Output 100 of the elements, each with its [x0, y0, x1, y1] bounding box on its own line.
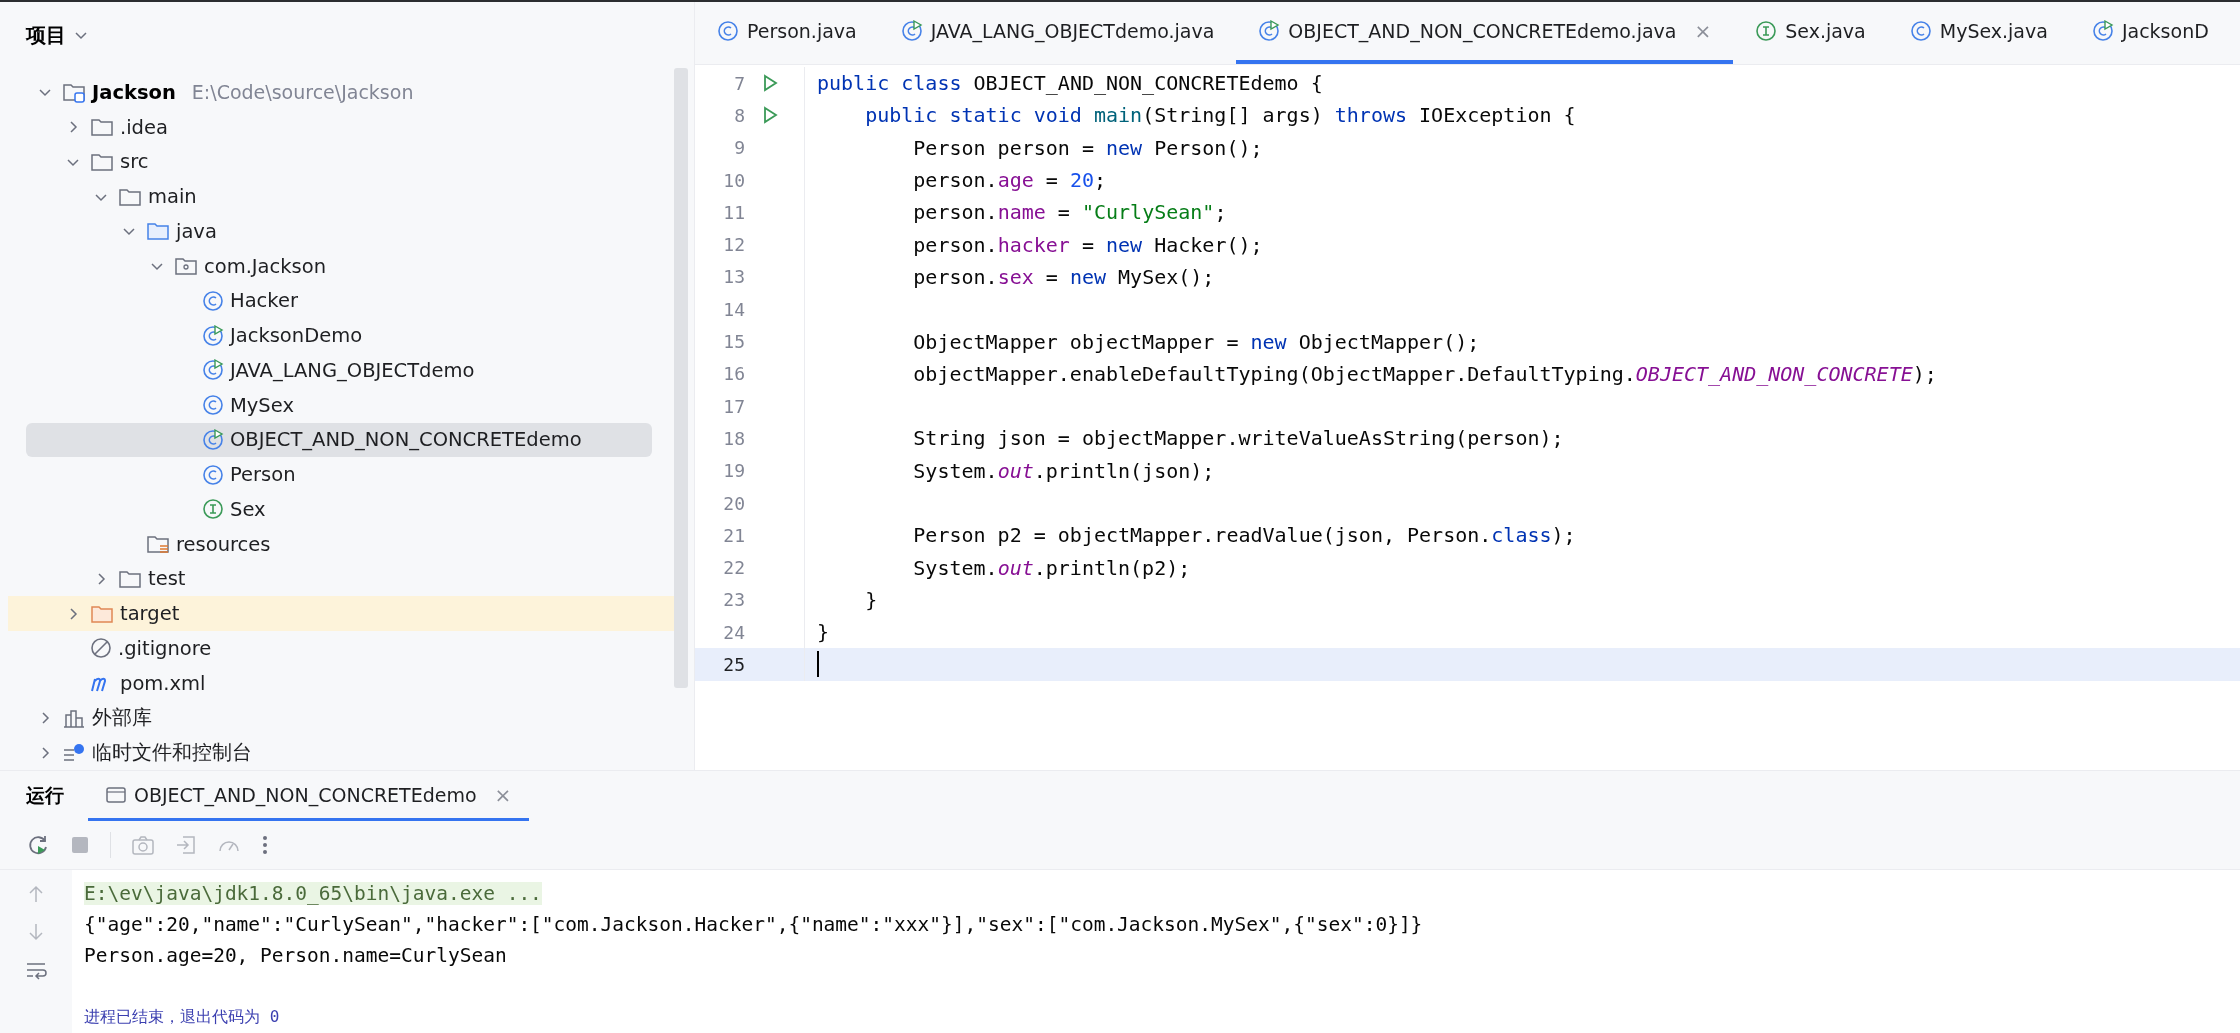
line-number: 9 — [733, 137, 745, 159]
tree-item[interactable]: target — [8, 596, 674, 631]
line-number: 7 — [733, 72, 745, 94]
code-line: System.out.println(p2); — [912, 554, 1191, 582]
code-line: String json = objectMapper.writeValueAsString(person); — [912, 425, 1564, 453]
tree-item[interactable]: java — [8, 214, 674, 249]
tree-item[interactable]: JacksonDemo — [8, 318, 674, 353]
console-icon — [106, 785, 126, 804]
line-number: 10 — [722, 169, 745, 191]
line-number: 8 — [733, 104, 745, 126]
editor-tab[interactable]: OBJECT_AND_NON_CONCRETEdemo.java × — [1236, 2, 1734, 64]
class-icon — [202, 463, 224, 486]
ignore-icon — [90, 637, 112, 660]
panel-title[interactable]: 项目 — [26, 21, 66, 49]
line-number: 13 — [722, 266, 745, 288]
more-icon[interactable] — [261, 834, 269, 856]
scrollbar[interactable] — [674, 68, 688, 688]
editor-tab[interactable]: JacksonD — [2069, 2, 2231, 64]
line-number: 11 — [722, 201, 745, 223]
console-line: 进程已结束，退出代码为 0 — [84, 1007, 280, 1028]
tree-item[interactable]: JAVA_LANG_OBJECTdemo — [8, 353, 674, 388]
line-number: 18 — [722, 427, 745, 449]
code-line: System.out.println(json); — [912, 457, 1215, 485]
rerun-icon[interactable] — [26, 833, 50, 857]
code-line: Person p2 = objectMapper.readValue(json, Person.class); — [912, 522, 1576, 550]
soft-wrap-icon[interactable] — [25, 960, 47, 980]
line-number: 20 — [722, 492, 745, 514]
class-icon — [202, 289, 224, 312]
tree-item[interactable]: main — [8, 179, 674, 214]
line-number: 17 — [722, 395, 745, 417]
tree-item[interactable]: 外部库 — [8, 700, 674, 736]
run-tab[interactable]: OBJECT_AND_NON_CONCRETEdemo × — [88, 771, 530, 821]
editor-tab[interactable]: JAVA_LANG_OBJECTdemo.java — [878, 2, 1237, 64]
code-line: person.sex = new MySex(); — [912, 263, 1215, 291]
line-number: 16 — [722, 363, 745, 385]
tree-item[interactable]: .gitignore — [8, 631, 674, 666]
line-number: 15 — [722, 331, 745, 352]
tree-item[interactable]: Sex — [8, 492, 674, 527]
run-gutter-icon[interactable] — [761, 74, 779, 93]
code-line: objectMapper.enableDefaultTyping(ObjectMapper.DefaultTyping.OBJECT_AND_NON_CONCRETE); — [912, 360, 1937, 388]
code-line: public class OBJECT_AND_NON_CONCRETEdemo { — [816, 70, 1323, 98]
editor-tab[interactable]: Sex.java — [1733, 2, 1888, 64]
line-number: 22 — [722, 557, 745, 579]
line-number: 14 — [722, 298, 745, 320]
tab-label: Person.java — [747, 20, 857, 42]
line-number: 12 — [722, 234, 745, 256]
folder-icon — [90, 116, 114, 139]
tab-label: JacksonD — [2121, 20, 2209, 42]
module-folder-icon — [62, 81, 86, 104]
tree-item[interactable]: com.Jackson — [8, 248, 674, 284]
tree-item[interactable]: .idea — [8, 109, 674, 145]
editor-tab[interactable]: MySex.java — [1887, 2, 2070, 64]
code-line: person.age = 20; — [912, 167, 1106, 195]
code-line: person.name = "CurlySean"; — [912, 199, 1227, 227]
tree-item[interactable]: src — [8, 144, 674, 180]
tab-label: OBJECT_AND_NON_CONCRETEdemo — [134, 783, 477, 806]
package-icon — [174, 255, 198, 278]
folder-icon — [146, 220, 170, 243]
resources-folder-icon — [146, 533, 170, 556]
tree-item[interactable]: test — [8, 561, 674, 597]
interface-icon — [202, 498, 224, 521]
tree-item[interactable]: pom.xml — [8, 665, 674, 701]
project-path: E:\Code\source\Jackson — [191, 81, 414, 104]
code-line: } — [864, 586, 878, 614]
line-number: 19 — [722, 460, 745, 482]
tree-item[interactable]: Hacker — [8, 283, 674, 319]
console-line: Person.age=20, Person.name=CurlySean — [84, 944, 507, 967]
tree-item[interactable]: Person — [8, 457, 674, 492]
text-caret — [817, 651, 819, 678]
tab-label: JAVA_LANG_OBJECTdemo.java — [930, 20, 1215, 42]
runnable-class-icon — [900, 20, 923, 42]
class-icon — [1909, 20, 1932, 42]
runnable-class-icon — [202, 359, 224, 382]
tree-item[interactable]: OBJECT_AND_NON_CONCRETEdemo — [26, 422, 652, 458]
runnable-class-icon — [202, 428, 224, 451]
tab-label: Sex.java — [1785, 20, 1866, 42]
code-line: person.hacker = new Hacker(); — [912, 231, 1263, 259]
tree-item[interactable]: Jackson E:\Code\source\Jackson — [8, 75, 674, 110]
scratch-icon — [62, 741, 86, 764]
editor-tab[interactable]: Person.java — [695, 2, 879, 64]
code-line: } — [816, 619, 830, 647]
tab-label: OBJECT_AND_NON_CONCRETEdemo.java — [1288, 20, 1677, 42]
line-number: 23 — [722, 589, 745, 611]
code-line: Person person = new Person(); — [912, 134, 1263, 162]
console-line: {"age":20,"name":"CurlySean","hacker":["com.Jackson.Hacker",{"name":"xxx"}],"sex":["com.Jackson.MySex",{"sex":0}]} — [84, 913, 1423, 936]
tree-item[interactable]: MySex — [8, 387, 674, 423]
code-line: ObjectMapper objectMapper = new ObjectMapper(); — [912, 328, 1480, 356]
tree-item[interactable]: 临时文件和控制台 — [8, 735, 674, 770]
run-gutter-icon[interactable] — [761, 106, 779, 125]
tab-label: MySex.java — [1939, 20, 2048, 42]
runnable-class-icon — [202, 324, 224, 347]
line-number: 25 — [722, 654, 745, 675]
panel-title: 运行 — [26, 783, 64, 808]
interface-icon — [1755, 20, 1778, 42]
runnable-class-icon — [1258, 20, 1281, 42]
line-number: 24 — [722, 621, 745, 643]
class-icon — [202, 394, 224, 417]
code-line: public static void main(String[] args) throws IOException { — [864, 102, 1576, 130]
tree-item[interactable]: resources — [8, 526, 674, 562]
runnable-class-icon — [2091, 20, 2114, 42]
